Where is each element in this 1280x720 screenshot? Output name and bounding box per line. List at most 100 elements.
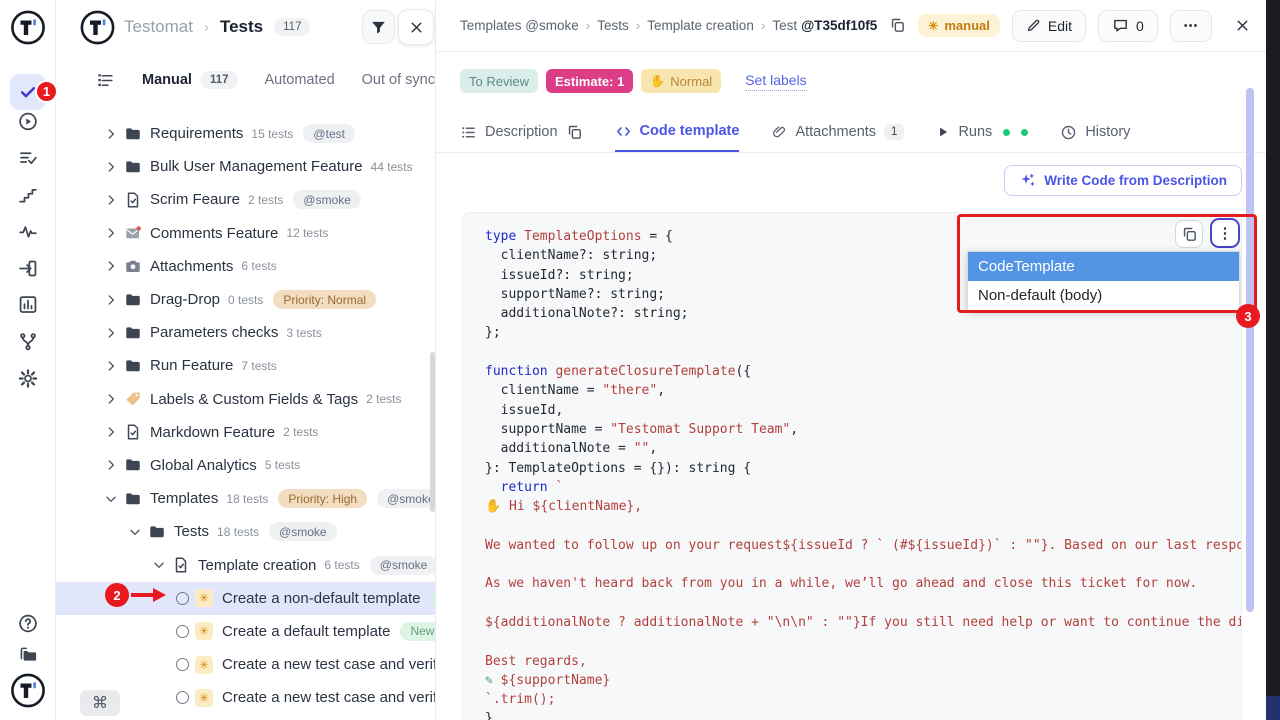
tree-row[interactable]: Parameters checks3 tests — [56, 316, 435, 349]
code-icon — [615, 123, 632, 140]
tree-row[interactable]: Attachments6 tests — [56, 250, 435, 283]
help-icon[interactable] — [17, 613, 38, 634]
detail-close-icon[interactable] — [1234, 17, 1251, 34]
breadcrumb-section[interactable]: Tests — [220, 17, 263, 37]
tests-tree-panel: Testomat › Tests 117 Manual117AutomatedO… — [56, 0, 436, 720]
manual-test-icon: ✳ — [195, 622, 213, 640]
test-count: 6 tests — [241, 259, 276, 273]
tree-item-label: Requirements — [150, 125, 243, 142]
tree-tab-out-of-sync[interactable]: Out of sync — [362, 72, 435, 88]
detail-breadcrumb[interactable]: Templates @smoke›Tests›Template creation… — [460, 18, 877, 33]
tree-row[interactable]: Drag-Drop0 testsPriority: Normal — [56, 283, 435, 316]
breadcrumb-part[interactable]: Tests — [597, 18, 629, 33]
chevron-right-icon[interactable] — [104, 458, 118, 472]
tab-attachments[interactable]: Attachments1 — [771, 112, 904, 152]
doc-check-icon — [124, 423, 142, 441]
tree-row[interactable]: Markdown Feature2 tests — [56, 416, 435, 449]
tree-row[interactable]: Run Feature7 tests — [56, 349, 435, 382]
chevron-down-icon[interactable] — [104, 492, 118, 506]
doc-check-icon — [172, 556, 190, 574]
edit-button[interactable]: Edit — [1012, 10, 1086, 42]
tree-row[interactable]: Template creation6 tests@smoke — [56, 548, 435, 581]
chevron-right-icon[interactable] — [104, 293, 118, 307]
tab-history[interactable]: History — [1060, 112, 1130, 152]
branch-icon[interactable] — [17, 331, 38, 352]
tree-row[interactable]: Tests18 tests@smoke — [56, 515, 435, 548]
folder-icon — [148, 523, 166, 541]
tree-row[interactable]: Scrim Feaure2 tests@smoke — [56, 183, 435, 216]
breadcrumb-app[interactable]: Testomat — [124, 17, 193, 37]
analytics-chart-icon[interactable] — [17, 294, 38, 315]
chevron-right-icon[interactable] — [104, 193, 118, 207]
kebab-menu-button[interactable]: ⋮ — [1210, 218, 1240, 248]
tree-close-button[interactable] — [398, 9, 434, 45]
paperclip-icon — [771, 124, 787, 140]
tag-badge: New labe — [400, 622, 435, 641]
chevron-right-icon[interactable] — [104, 359, 118, 373]
test-count: 7 tests — [241, 359, 276, 373]
pulse-icon[interactable] — [17, 221, 38, 242]
code-template-panel: type TemplateOptions = { clientName?: st… — [462, 212, 1242, 720]
chevron-right-icon[interactable] — [104, 425, 118, 439]
tree-row[interactable]: Bulk User Management Feature44 tests — [56, 150, 435, 183]
label-badge[interactable]: To Review — [460, 69, 538, 93]
tree-row[interactable]: Global Analytics5 tests — [56, 449, 435, 482]
chevron-right-icon[interactable] — [104, 392, 118, 406]
testomat-logo[interactable] — [80, 10, 115, 45]
breadcrumb-part[interactable]: Template creation — [647, 18, 754, 33]
tree-scrollbar[interactable] — [430, 352, 435, 512]
tree-row[interactable]: Templates18 testsPriority: High@smoke — [56, 482, 435, 515]
bulk-select-icon[interactable] — [96, 71, 115, 90]
test-status-ring-icon[interactable] — [176, 691, 189, 704]
sign-in-icon[interactable] — [17, 258, 38, 279]
dropdown-option[interactable]: CodeTemplate — [968, 252, 1239, 281]
set-labels-link[interactable]: Set labels — [745, 72, 806, 91]
detail-scrollbar[interactable] — [1246, 88, 1254, 612]
test-status-ring-icon[interactable] — [176, 592, 189, 605]
testomat-logo-icon[interactable] — [10, 10, 45, 45]
chevron-down-icon[interactable] — [152, 558, 166, 572]
tree-row[interactable]: Labels & Custom Fields & Tags2 tests — [56, 383, 435, 416]
settings-gear-icon[interactable] — [17, 368, 38, 389]
chevron-right-icon[interactable] — [104, 160, 118, 174]
chevron-right-icon[interactable] — [104, 326, 118, 340]
chevron-right-icon[interactable] — [104, 226, 118, 240]
tree-row[interactable]: Requirements15 tests@test — [56, 117, 435, 150]
chevron-right-icon[interactable] — [104, 127, 118, 141]
more-button[interactable]: ••• — [1170, 10, 1213, 42]
labels-row: To Review Estimate: 1 ✋Normal Set labels — [460, 69, 807, 93]
tree-row[interactable]: ✳Create a new test case and verify — [56, 648, 435, 681]
tree-row[interactable]: Comments Feature12 tests — [56, 217, 435, 250]
copy-id-icon[interactable] — [889, 17, 906, 34]
filter-button[interactable] — [362, 10, 395, 44]
tree-tab-manual[interactable]: Manual117 — [142, 71, 238, 89]
label-badge[interactable]: Estimate: 1 — [546, 69, 633, 93]
runs-play-icon[interactable] — [17, 111, 38, 132]
tree-row[interactable]: ✳Create a default templateNew labe — [56, 615, 435, 648]
list-check-icon[interactable] — [17, 148, 38, 169]
tab-runs[interactable]: Runs — [936, 112, 1028, 152]
tab-description[interactable]: Description — [460, 112, 583, 152]
dropdown-option[interactable]: Non-default (body) — [968, 281, 1239, 310]
label-badge[interactable]: ✋Normal — [641, 69, 721, 93]
chevron-down-icon[interactable] — [128, 525, 142, 539]
test-status-ring-icon[interactable] — [176, 658, 189, 671]
write-code-button[interactable]: Write Code from Description — [1004, 165, 1242, 196]
command-key-button[interactable]: ⌘ — [80, 690, 120, 716]
test-status-ring-icon[interactable] — [176, 625, 189, 638]
tree-tabs: Manual117 Automated Out of sync — [56, 62, 435, 98]
code-line: ✎ ${supportName} — [485, 671, 1241, 690]
tab-code-template[interactable]: Code template — [615, 112, 740, 152]
chevron-right-icon[interactable] — [104, 259, 118, 273]
breadcrumb-part[interactable]: Templates @smoke — [460, 18, 579, 33]
steps-icon[interactable] — [17, 185, 38, 206]
testomat-logo-small-icon[interactable] — [10, 673, 45, 708]
sparkles-icon — [1019, 172, 1036, 189]
tree-tab-automated[interactable]: Automated — [265, 72, 335, 88]
code-line: function generateClosureTemplate({ — [485, 362, 1241, 381]
copy-icon[interactable] — [566, 124, 583, 141]
breadcrumb-separator: › — [754, 18, 773, 33]
copy-code-button[interactable] — [1175, 220, 1203, 248]
comments-button[interactable]: 0 — [1098, 10, 1158, 42]
projects-folders-icon[interactable] — [17, 644, 38, 665]
